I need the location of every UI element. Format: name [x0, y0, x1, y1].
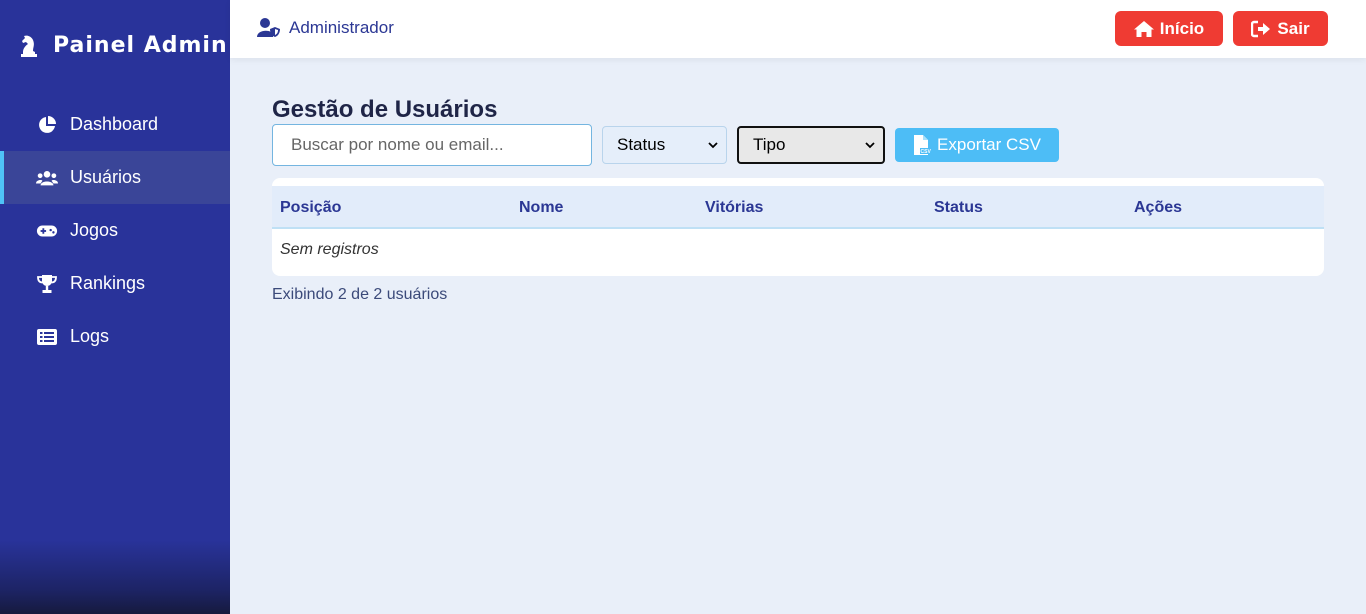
type-select[interactable]: Tipo: [737, 126, 885, 164]
sidebar-item-label: Usuários: [70, 167, 142, 187]
sign-out-icon: [1251, 20, 1271, 37]
trophy-icon: [36, 274, 58, 294]
type-select-value: Tipo: [753, 135, 786, 154]
file-csv-icon: CSV: [914, 135, 932, 155]
search-input[interactable]: [272, 124, 592, 166]
home-icon: [1133, 20, 1154, 37]
sidebar-item-usuarios[interactable]: Usuários: [0, 151, 230, 204]
pie-chart-icon: [36, 115, 58, 135]
topbar: Administrador Início Sair: [230, 0, 1366, 58]
sidebar: Painel Admin Dashboard Usuários Jogos Ra…: [0, 0, 230, 614]
brand-title: Painel Admin: [53, 32, 228, 58]
column-header-nome[interactable]: Nome: [519, 199, 563, 217]
chevron-down-icon: [708, 142, 718, 149]
column-header-posicao[interactable]: Posição: [280, 199, 341, 217]
logout-label: Sair: [1277, 18, 1310, 38]
home-label: Início: [1159, 18, 1205, 38]
column-header-status[interactable]: Status: [934, 199, 983, 217]
svg-text:CSV: CSV: [921, 149, 932, 155]
sidebar-item-label: Logs: [70, 326, 110, 346]
users-icon: [36, 168, 58, 188]
sidebar-nav: Dashboard Usuários Jogos Rankings Logs: [0, 98, 230, 363]
brand: Painel Admin: [18, 31, 228, 59]
column-header-acoes: Ações: [1134, 199, 1183, 216]
empty-message: Sem registros: [280, 241, 379, 258]
export-csv-label: Exportar CSV: [937, 135, 1041, 154]
sidebar-item-jogos[interactable]: Jogos: [0, 204, 230, 257]
sidebar-item-dashboard[interactable]: Dashboard: [0, 98, 230, 151]
current-user: Administrador: [257, 17, 394, 39]
users-table: Posição Nome Vitórias Status Ações Sem r…: [272, 178, 1324, 276]
status-select[interactable]: Status: [602, 126, 727, 164]
results-count: Exibindo 2 de 2 usuários: [272, 286, 448, 303]
list-icon: [36, 327, 58, 347]
chevron-down-icon: [865, 142, 875, 149]
sidebar-item-label: Rankings: [70, 273, 146, 293]
gamepad-icon: [36, 221, 58, 241]
status-select-value: Status: [617, 135, 666, 154]
table-header: Posição Nome Vitórias Status Ações: [272, 186, 1324, 229]
column-header-vitorias[interactable]: Vitórias: [705, 199, 763, 217]
sidebar-item-logs[interactable]: Logs: [0, 310, 230, 363]
logout-button[interactable]: Sair: [1233, 11, 1328, 46]
home-button[interactable]: Início: [1115, 11, 1223, 46]
user-name: Administrador: [289, 18, 394, 37]
page-title: Gestão de Usuários: [272, 96, 498, 123]
export-csv-button[interactable]: CSV Exportar CSV: [895, 128, 1059, 162]
sidebar-item-label: Dashboard: [70, 114, 159, 134]
sidebar-item-label: Jogos: [70, 220, 119, 240]
sidebar-item-rankings[interactable]: Rankings: [0, 257, 230, 310]
chess-knight-icon: [21, 35, 37, 57]
user-shield-icon: [257, 18, 280, 37]
